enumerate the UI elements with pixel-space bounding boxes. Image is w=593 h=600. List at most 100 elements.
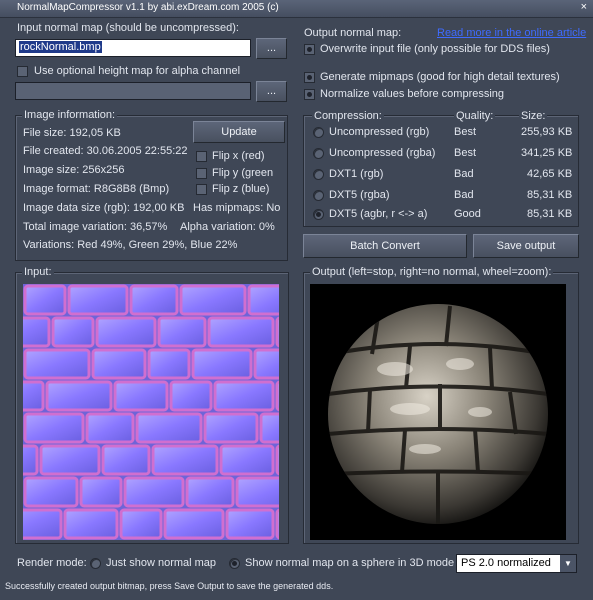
compression-radio-4[interactable] xyxy=(313,209,324,220)
brick xyxy=(151,444,219,476)
height-map-checkbox[interactable] xyxy=(17,66,28,77)
flip-x-checkbox[interactable] xyxy=(196,151,207,162)
compression-quality-0: Best xyxy=(454,126,477,138)
output-panel-title: Output (left=stop, right=no normal, whee… xyxy=(310,266,554,279)
output-label: Output normal map: xyxy=(304,27,402,39)
image-data-size: Image data size (rgb): 192,00 KB xyxy=(23,202,185,214)
compression-radio-0[interactable] xyxy=(313,127,324,138)
brick xyxy=(79,476,123,508)
brick xyxy=(123,476,185,508)
just-normal-label: Just show normal map xyxy=(106,557,217,569)
brick xyxy=(213,380,275,412)
quality-header: Quality: xyxy=(454,110,496,123)
brick xyxy=(45,380,113,412)
alpha-variation: Alpha variation: 0% xyxy=(180,221,275,233)
brick xyxy=(23,348,91,380)
status-text: Successfully created output bitmap, pres… xyxy=(5,581,334,591)
compression-name-3: DXT5 (rgba) xyxy=(329,189,390,201)
mipmaps-label: Generate mipmaps (good for high detail t… xyxy=(320,71,560,83)
brick xyxy=(235,476,279,508)
brick xyxy=(219,444,275,476)
compression-radio-2[interactable] xyxy=(313,169,324,180)
input-file-value: rockNormal.bmp xyxy=(19,41,102,53)
compression-size-3: 85,31 KB xyxy=(527,189,573,201)
browse-height-button[interactable]: ... xyxy=(256,81,287,102)
browse-input-button[interactable]: ... xyxy=(256,38,287,59)
brick xyxy=(113,380,169,412)
brick xyxy=(39,444,101,476)
shader-value: PS 2.0 normalized xyxy=(461,557,551,569)
compression-quality-1: Best xyxy=(454,147,477,159)
brick xyxy=(185,476,235,508)
brick xyxy=(119,508,163,540)
brick xyxy=(63,508,119,540)
compression-name-0: Uncompressed (rgb) xyxy=(329,126,430,138)
brick xyxy=(23,476,79,508)
just-normal-radio[interactable] xyxy=(90,558,101,569)
file-size: File size: 192,05 KB xyxy=(23,127,121,139)
brick xyxy=(85,412,135,444)
color-variations: Variations: Red 49%, Green 29%, Blue 22% xyxy=(23,239,238,251)
image-format: Image format: R8G8B8 (Bmp) xyxy=(23,183,170,195)
overwrite-checkbox[interactable] xyxy=(304,44,315,55)
compression-header: Compression: xyxy=(312,110,384,123)
compression-size-4: 85,31 KB xyxy=(527,208,573,220)
input-file-field[interactable]: rockNormal.bmp xyxy=(15,39,251,57)
has-mipmaps: Has mipmaps: No xyxy=(193,202,281,214)
image-size: Image size: 256x256 xyxy=(23,164,125,176)
render-mode-label: Render mode: xyxy=(17,557,87,569)
image-info-title: Image information: xyxy=(22,109,118,122)
file-created: File created: 30.06.2005 22:55:22 xyxy=(23,145,188,157)
brick xyxy=(135,412,203,444)
overwrite-label: Overwrite input file (only possible for … xyxy=(320,43,550,55)
brick xyxy=(169,380,213,412)
flip-z-label: Flip z (blue) xyxy=(212,183,270,195)
normalize-checkbox[interactable] xyxy=(304,89,315,100)
compression-name-2: DXT1 (rgb) xyxy=(329,168,384,180)
flip-y-label: Flip y (green xyxy=(212,167,274,179)
brick xyxy=(23,284,67,316)
brick xyxy=(101,444,151,476)
brick xyxy=(203,412,259,444)
title-bar: NormalMapCompressor v1.1 by abi.exDream.… xyxy=(0,0,593,18)
total-variation: Total image variation: 36,57% xyxy=(23,221,168,233)
brick xyxy=(225,508,275,540)
read-more-link[interactable]: Read more in the online article xyxy=(437,27,586,40)
brick xyxy=(275,508,279,540)
update-button[interactable]: Update xyxy=(193,121,285,143)
mipmaps-checkbox[interactable] xyxy=(304,72,315,83)
brick xyxy=(95,316,157,348)
save-output-button[interactable]: Save output xyxy=(473,234,579,258)
input-normal-map-image xyxy=(23,284,279,540)
height-map-label: Use optional height map for alpha channe… xyxy=(34,65,241,77)
compression-size-2: 42,65 KB xyxy=(527,168,573,180)
brick xyxy=(157,316,207,348)
sphere-radio[interactable] xyxy=(229,558,240,569)
flip-y-checkbox[interactable] xyxy=(196,168,207,179)
window-title: NormalMapCompressor v1.1 by abi.exDream.… xyxy=(17,2,279,13)
output-viewport[interactable] xyxy=(310,284,566,540)
brick xyxy=(23,444,39,476)
brick xyxy=(23,316,51,348)
brick xyxy=(91,348,147,380)
close-icon[interactable]: × xyxy=(581,1,587,13)
flip-x-label: Flip x (red) xyxy=(212,150,265,162)
compression-quality-3: Bad xyxy=(454,189,474,201)
brick xyxy=(129,284,179,316)
compression-name-1: Uncompressed (rgba) xyxy=(329,147,436,159)
brick xyxy=(207,316,275,348)
brick xyxy=(23,412,85,444)
brick xyxy=(259,412,279,444)
compression-radio-1[interactable] xyxy=(313,148,324,159)
brick xyxy=(275,380,279,412)
batch-convert-button[interactable]: Batch Convert xyxy=(303,234,467,258)
flip-z-checkbox[interactable] xyxy=(196,184,207,195)
brick xyxy=(23,380,45,412)
chevron-down-icon[interactable]: ▼ xyxy=(560,555,576,572)
compression-name-4: DXT5 (agbr, r <-> a) xyxy=(329,208,428,220)
size-header: Size: xyxy=(519,110,548,123)
shader-select[interactable]: PS 2.0 normalized ▼ xyxy=(456,554,577,573)
height-map-field[interactable] xyxy=(15,82,251,100)
compression-radio-3[interactable] xyxy=(313,190,324,201)
brick xyxy=(67,284,129,316)
